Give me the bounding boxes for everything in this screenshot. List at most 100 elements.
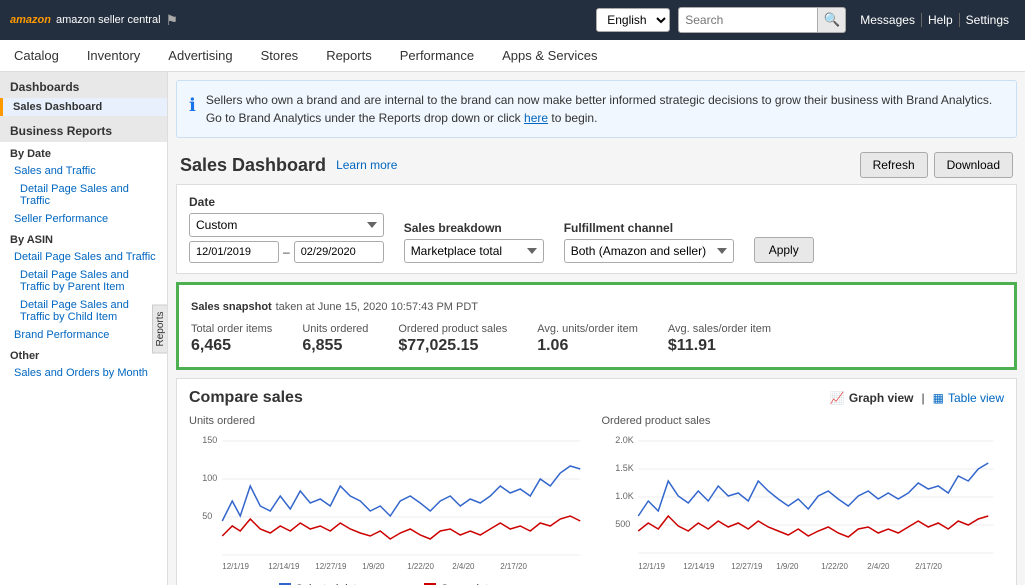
sales-snapshot: Sales snapshot taken at June 15, 2020 10… [176,282,1017,370]
refresh-button[interactable]: Refresh [860,152,928,178]
fulfillment-select[interactable]: Both (Amazon and seller) [564,239,734,263]
nav-inventory[interactable]: Inventory [83,40,144,71]
table-view-button[interactable]: ▦ Table view [933,391,1004,405]
snapshot-metrics: Total order items 6,465 Units ordered 6,… [191,323,1002,355]
svg-text:12/1/19: 12/1/19 [638,562,665,571]
sidebar-item-seller-performance[interactable]: Seller Performance [0,210,167,228]
sales-chart-label: Ordered product sales [602,415,1005,427]
nav-reports[interactable]: Reports [322,40,376,71]
sidebar-item-sales-traffic[interactable]: Sales and Traffic [0,162,167,180]
info-text: Sellers who own a brand and are internal… [206,91,1004,127]
charts-area: Units ordered 150 100 50 [189,415,1004,571]
metric-value-4: $11.91 [668,337,771,355]
table-icon: ▦ [933,391,944,405]
reports-tab[interactable]: Reports [152,304,168,353]
svg-text:2/4/20: 2/4/20 [452,562,475,571]
settings-link[interactable]: Settings [960,13,1015,27]
units-chart-box: 150 100 50 [189,431,592,571]
flag-icon: ⚑ [166,12,179,29]
logo: amazon amazon seller central ⚑ [10,12,178,29]
svg-text:12/1/19: 12/1/19 [222,562,249,571]
metric-value-1: 6,855 [302,337,368,355]
fulfillment-group: Fulfillment channel Both (Amazon and sel… [564,221,734,263]
nav-apps-services[interactable]: Apps & Services [498,40,601,71]
svg-text:2.0K: 2.0K [615,435,634,445]
download-button[interactable]: Download [934,152,1013,178]
sidebar-item-sales-orders-month[interactable]: Sales and Orders by Month [0,364,167,382]
brand-analytics-link[interactable]: here [524,111,548,125]
compare-legend: Compare What's this? ✓ Selected date ran… [189,579,1004,585]
date-from-input[interactable] [189,241,279,263]
nav-advertising[interactable]: Advertising [164,40,236,71]
nav-stores[interactable]: Stores [257,40,303,71]
learn-more-link[interactable]: Learn more [336,158,397,172]
svg-text:2/17/20: 2/17/20 [915,562,942,571]
graph-view-button[interactable]: 📈 Graph view [830,391,914,405]
graph-icon: 📈 [830,391,845,405]
dashboards-section: Dashboards [0,72,167,98]
view-toggle: 📈 Graph view | ▦ Table view [830,391,1004,405]
svg-text:100: 100 [202,473,217,483]
by-date-subsection: By Date [0,142,167,162]
compare-title: Compare sales [189,389,303,407]
metric-units-ordered: Units ordered 6,855 [302,323,368,355]
sidebar-item-asin-detail-2[interactable]: Detail Page Sales and Traffic by Parent … [0,266,167,296]
sidebar-item-brand-performance[interactable]: Brand Performance [0,326,167,344]
svg-text:150: 150 [202,435,217,445]
search-button[interactable]: 🔍 [818,7,846,33]
units-chart-svg: 150 100 50 [189,431,592,571]
page-title: Sales Dashboard [180,155,326,176]
svg-text:1.0K: 1.0K [615,491,634,501]
metric-label-2: Ordered product sales [398,323,507,335]
svg-text:2/17/20: 2/17/20 [500,562,527,571]
sidebar-item-asin-detail-1[interactable]: Detail Page Sales and Traffic [0,248,167,266]
svg-text:1/9/20: 1/9/20 [776,562,799,571]
by-asin-subsection: By ASIN [0,228,167,248]
metric-total-order-items: Total order items 6,465 [191,323,272,355]
svg-text:12/14/19: 12/14/19 [268,562,300,571]
metric-value-0: 6,465 [191,337,272,355]
svg-text:1.5K: 1.5K [615,463,634,473]
sales-chart-svg: 2.0K 1.5K 1.0K 500 [602,431,1005,571]
date-select[interactable]: Custom [189,213,384,237]
logo-text: amazon seller central [56,14,161,26]
svg-text:500: 500 [615,519,630,529]
date-label: Date [189,195,384,209]
svg-text:12/14/19: 12/14/19 [683,562,715,571]
sidebar-item-detail-page-sales[interactable]: Detail Page Sales and Traffic [0,180,167,210]
filters-panel: Date Custom – Sales breakdown Marketplac… [176,184,1017,274]
svg-text:50: 50 [202,511,212,521]
fulfillment-label: Fulfillment channel [564,221,734,235]
snapshot-timestamp: taken at June 15, 2020 10:57:43 PM PDT [276,301,478,313]
sales-chart: Ordered product sales 2.0K 1.5K 1.0K 500 [602,415,1005,571]
messages-link[interactable]: Messages [854,13,922,27]
units-chart-label: Units ordered [189,415,592,427]
metric-ordered-product-sales: Ordered product sales $77,025.15 [398,323,507,355]
nav-catalog[interactable]: Catalog [10,40,63,71]
sidebar: Dashboards Sales Dashboard Business Repo… [0,72,168,585]
units-chart: Units ordered 150 100 50 [189,415,592,571]
help-link[interactable]: Help [922,13,960,27]
header: amazon amazon seller central ⚑ English 🔍… [0,0,1025,40]
sales-breakdown-select[interactable]: Marketplace total [404,239,544,263]
metric-value-2: $77,025.15 [398,337,507,355]
svg-text:12/27/19: 12/27/19 [315,562,347,571]
action-buttons: Refresh Download [860,152,1013,178]
header-links: Messages Help Settings [854,13,1015,27]
metric-label-4: Avg. sales/order item [668,323,771,335]
apply-button[interactable]: Apply [754,237,814,263]
main-content: ℹ Sellers who own a brand and are intern… [168,72,1025,585]
other-subsection: Other [0,344,167,364]
nav-performance[interactable]: Performance [396,40,478,71]
search-input[interactable] [678,7,818,33]
language-select[interactable]: English [596,8,670,32]
svg-text:1/22/20: 1/22/20 [407,562,434,571]
sidebar-item-sales-dashboard[interactable]: Sales Dashboard [0,98,167,116]
snapshot-title: Sales snapshot taken at June 15, 2020 10… [191,297,1002,313]
business-reports-section: Business Reports [0,116,167,142]
date-filter-group: Date Custom – [189,195,384,263]
main-layout: Dashboards Sales Dashboard Business Repo… [0,72,1025,585]
sidebar-item-asin-detail-3[interactable]: Detail Page Sales and Traffic by Child I… [0,296,167,326]
metric-label-1: Units ordered [302,323,368,335]
date-to-input[interactable] [294,241,384,263]
